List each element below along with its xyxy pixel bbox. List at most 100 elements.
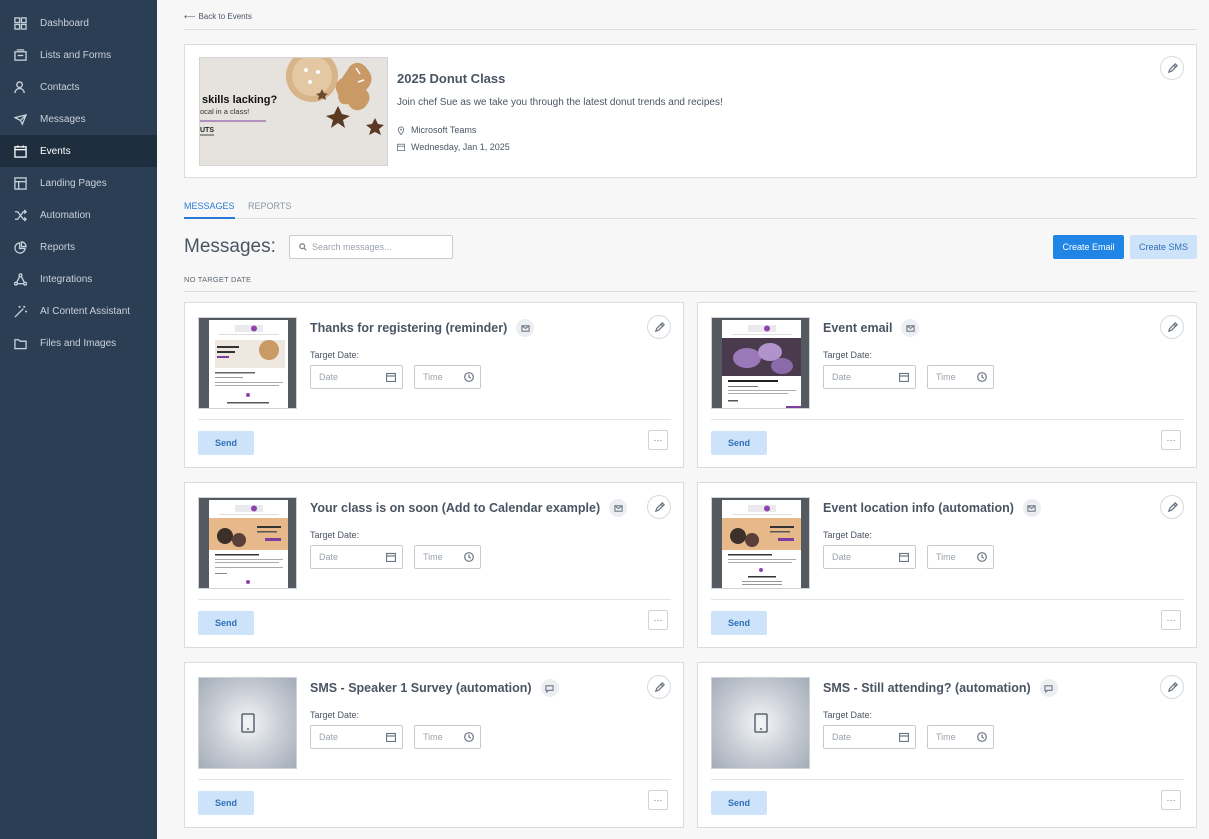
send-button[interactable]: Send: [198, 431, 254, 455]
date-picker[interactable]: Date: [823, 545, 916, 569]
time-picker[interactable]: Time: [414, 725, 481, 749]
send-button[interactable]: Send: [711, 791, 767, 815]
more-options-button[interactable]: ···: [648, 610, 668, 630]
create-email-button[interactable]: Create Email: [1053, 235, 1124, 259]
tab-messages[interactable]: MESSAGES: [184, 199, 235, 219]
send-button[interactable]: Send: [198, 791, 254, 815]
email-thumbnail[interactable]: [198, 497, 297, 589]
sms-thumbnail[interactable]: [198, 677, 297, 769]
divider: [184, 29, 1197, 30]
sidebar-item-messages[interactable]: Messages: [0, 103, 157, 135]
more-options-button[interactable]: ···: [648, 790, 668, 810]
sidebar-item-events[interactable]: Events: [0, 135, 157, 167]
integrations-icon: [14, 272, 27, 286]
sidebar-item-lists-and-forms[interactable]: Lists and Forms: [0, 39, 157, 71]
date-picker[interactable]: Date: [310, 725, 403, 749]
pencil-icon: [1167, 62, 1178, 73]
send-button[interactable]: Send: [198, 611, 254, 635]
create-sms-button[interactable]: Create SMS: [1130, 235, 1197, 259]
date-picker[interactable]: Date: [310, 365, 403, 389]
lists-icon: [14, 48, 27, 62]
edit-message-button[interactable]: [1160, 495, 1184, 519]
sidebar-item-files-and-images[interactable]: Files and Images: [0, 327, 157, 359]
send-button[interactable]: Send: [711, 611, 767, 635]
message-title[interactable]: Your class is on soon (Add to Calendar e…: [310, 499, 628, 517]
message-title[interactable]: SMS - Speaker 1 Survey (automation): [310, 679, 559, 697]
target-date-label: Target Date:: [823, 710, 873, 720]
date-picker[interactable]: Date: [310, 545, 403, 569]
mobile-phone-icon: [753, 713, 768, 733]
target-date-label: Target Date:: [310, 710, 360, 720]
divider: [711, 599, 1184, 600]
event-location: Microsoft Teams: [397, 125, 476, 135]
message-title-text: SMS - Speaker 1 Survey (automation): [310, 681, 532, 695]
edit-message-button[interactable]: [647, 315, 671, 339]
event-image-text-line1: skills lacking?: [202, 94, 277, 106]
magic-wand-icon: [14, 305, 27, 318]
email-type-icon: [609, 499, 628, 517]
event-date: Wednesday, Jan 1, 2025: [397, 142, 510, 152]
tab-reports[interactable]: REPORTS: [248, 199, 291, 219]
sidebar-item-label: Contacts: [40, 81, 80, 93]
back-to-events-link[interactable]: ⟵ Back to Events: [184, 12, 252, 21]
contacts-icon: [14, 80, 27, 94]
date-placeholder: Date: [319, 732, 339, 742]
edit-message-button[interactable]: [1160, 315, 1184, 339]
message-title[interactable]: Thanks for registering (reminder): [310, 319, 535, 337]
sidebar-item-dashboard[interactable]: Dashboard: [0, 7, 157, 39]
tab-bar: MESSAGES REPORTS: [184, 199, 1197, 219]
more-options-button[interactable]: ···: [1161, 790, 1181, 810]
time-placeholder: Time: [423, 732, 443, 742]
message-title[interactable]: Event location info (automation): [823, 499, 1041, 517]
edit-message-button[interactable]: [1160, 675, 1184, 699]
event-date-text: Wednesday, Jan 1, 2025: [411, 142, 510, 152]
send-button[interactable]: Send: [711, 431, 767, 455]
edit-message-button[interactable]: [647, 675, 671, 699]
target-date-label: Target Date:: [823, 530, 873, 540]
search-field[interactable]: [289, 235, 453, 259]
back-link-label: Back to Events: [198, 12, 252, 21]
email-thumbnail[interactable]: [198, 317, 297, 409]
time-picker[interactable]: Time: [414, 365, 481, 389]
date-picker[interactable]: Date: [823, 365, 916, 389]
event-summary-card: skills lacking? ocal in a class! UTS 202…: [184, 44, 1197, 178]
sidebar-item-contacts[interactable]: Contacts: [0, 71, 157, 103]
calendar-icon: [386, 732, 396, 742]
edit-event-button[interactable]: [1160, 56, 1184, 80]
sidebar-item-landing-pages[interactable]: Landing Pages: [0, 167, 157, 199]
edit-message-button[interactable]: [647, 495, 671, 519]
more-options-button[interactable]: ···: [648, 430, 668, 450]
event-title: 2025 Donut Class: [397, 71, 506, 86]
folder-icon: [14, 337, 27, 350]
time-picker[interactable]: Time: [927, 725, 994, 749]
message-title[interactable]: Event email: [823, 319, 920, 337]
email-thumbnail[interactable]: [711, 317, 810, 409]
message-card: SMS - Still attending? (automation) Targ…: [697, 662, 1197, 828]
divider: [198, 419, 671, 420]
sidebar-item-ai-content-assistant[interactable]: AI Content Assistant: [0, 295, 157, 327]
pencil-icon: [654, 501, 665, 512]
sidebar-item-reports[interactable]: Reports: [0, 231, 157, 263]
date-placeholder: Date: [832, 552, 852, 562]
sms-thumbnail[interactable]: [711, 677, 810, 769]
sidebar-item-integrations[interactable]: Integrations: [0, 263, 157, 295]
event-image: skills lacking? ocal in a class! UTS: [199, 57, 388, 166]
message-card: Event email Target Date: Date Time Send …: [697, 302, 1197, 468]
calendar-icon: [899, 372, 909, 382]
event-image-text-line3: UTS: [200, 127, 214, 134]
sidebar-item-automation[interactable]: Automation: [0, 199, 157, 231]
email-thumbnail[interactable]: [711, 497, 810, 589]
time-picker[interactable]: Time: [927, 545, 994, 569]
date-placeholder: Date: [832, 372, 852, 382]
time-picker[interactable]: Time: [414, 545, 481, 569]
message-title[interactable]: SMS - Still attending? (automation): [823, 679, 1058, 697]
search-input[interactable]: [312, 242, 447, 252]
clock-icon: [464, 552, 474, 562]
time-picker[interactable]: Time: [927, 365, 994, 389]
more-options-button[interactable]: ···: [1161, 430, 1181, 450]
message-title-text: Thanks for registering (reminder): [310, 321, 508, 335]
pencil-icon: [1167, 681, 1178, 692]
calendar-icon: [14, 144, 27, 158]
date-picker[interactable]: Date: [823, 725, 916, 749]
more-options-button[interactable]: ···: [1161, 610, 1181, 630]
